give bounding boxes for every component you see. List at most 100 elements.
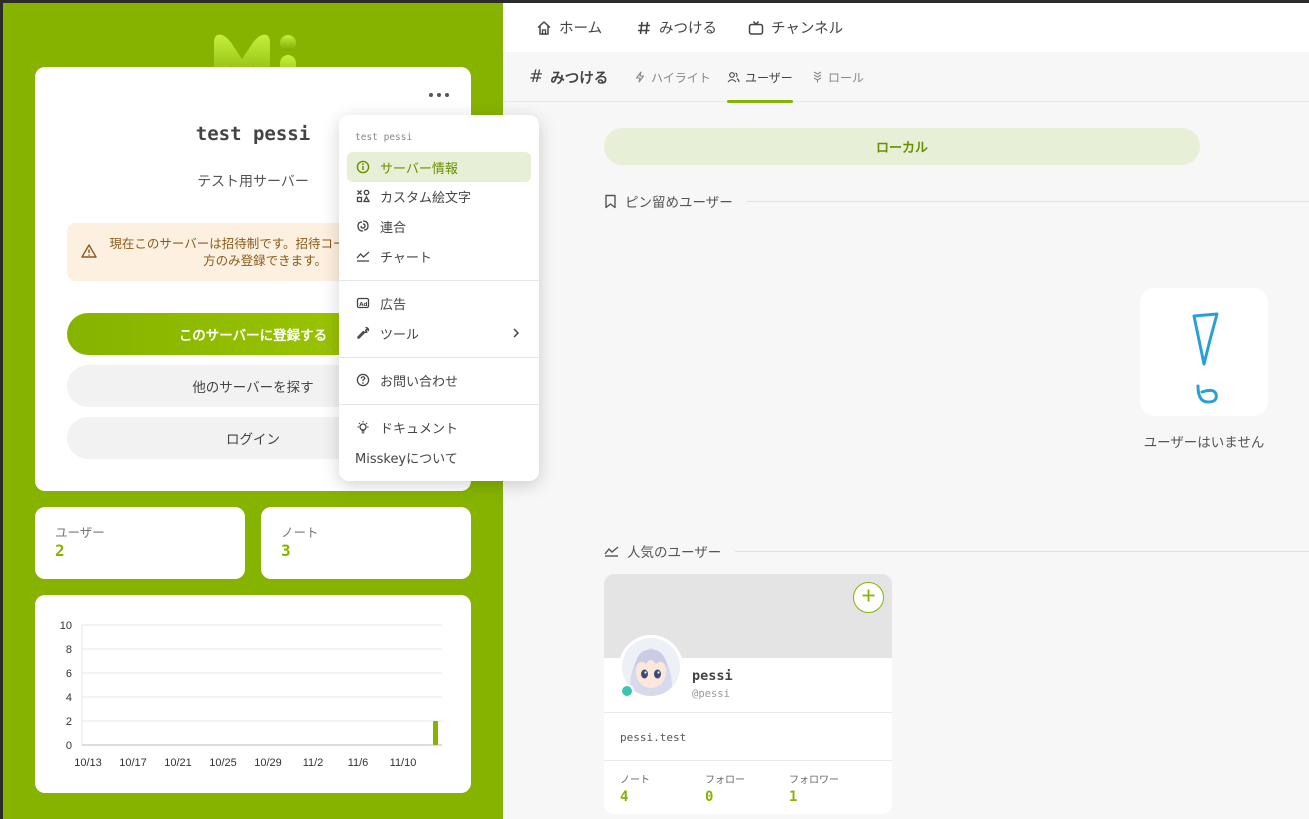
chart-x-tick-label: 10/13 — [74, 757, 102, 769]
menu-item-ads-label: 広告 — [380, 297, 407, 313]
chart-y-tick-label: 10 — [60, 620, 72, 632]
menu-item-tools[interactable]: ツール — [347, 318, 531, 348]
chart-bar — [433, 721, 438, 745]
menu-item-docs[interactable]: ドキュメント — [347, 412, 531, 442]
local-toggle-button[interactable]: ローカル — [604, 128, 1200, 165]
tab-users-label: ユーザー — [745, 70, 793, 85]
bookmark-icon — [604, 194, 617, 209]
pinned-users-heading-text: ピン留めユーザー — [625, 195, 733, 211]
menu-item-contact[interactable]: お問い合わせ — [347, 365, 531, 395]
tab-highlight-label: ハイライト — [651, 70, 711, 85]
warning-icon — [81, 243, 97, 262]
user-notes-value: 4 — [620, 789, 629, 805]
tool-icon — [355, 326, 371, 340]
chart-x-tick-label: 11/2 — [303, 757, 324, 769]
more-options-button[interactable] — [429, 89, 449, 101]
user-name[interactable]: pessi — [692, 668, 733, 684]
badge-icon — [812, 71, 823, 83]
user-following-stat: フォロー 0 — [705, 771, 745, 805]
plus-icon — [861, 588, 876, 607]
user-bio: pessi.test — [620, 731, 687, 744]
chart-x-tick-label: 10/17 — [119, 757, 147, 769]
user-card[interactable]: pessi @pessi pessi.test ノート 4 フォロー 0 フォロ… — [604, 574, 892, 814]
nav-home[interactable]: ホーム — [536, 3, 602, 52]
menu-item-tools-label: ツール — [380, 327, 420, 343]
tab-users[interactable]: ユーザー — [727, 52, 793, 103]
top-nav: ホーム みつける チャンネル — [503, 3, 1309, 52]
chart-y-tick-label: 0 — [66, 740, 72, 752]
menu-item-server-info-label: サーバー情報 — [380, 161, 458, 177]
chart-x-tick-label: 11/10 — [390, 757, 417, 769]
notes-stat-label: ノート — [281, 525, 319, 540]
tab-roles-label: ロール — [828, 70, 865, 85]
hashtag-icon: # — [529, 67, 544, 87]
menu-item-chart[interactable]: チャート — [347, 241, 531, 271]
menu-item-custom-emoji-label: カスタム絵文字 — [380, 190, 472, 206]
page-title: # みつける — [529, 52, 608, 102]
chart-x-tick-label: 10/29 — [254, 757, 282, 769]
hashtag-icon — [636, 20, 652, 36]
user-handle: @pessi — [692, 688, 730, 700]
notes-stat-card: ノート 3 — [261, 507, 471, 579]
nav-explore[interactable]: みつける — [636, 3, 717, 52]
users-stat-label: ユーザー — [55, 525, 105, 540]
bulb-icon — [355, 420, 371, 434]
nav-channels-label: チャンネル — [771, 21, 844, 37]
users-icon — [727, 71, 740, 83]
chart-x-tick-label: 11/6 — [348, 757, 369, 769]
activity-chart: 0 2 4 6 8 10 10/13 10/17 10/21 10/25 10/29 11/2 11/6… — [60, 620, 442, 769]
chevron-right-icon — [511, 327, 521, 339]
chart-icon — [355, 249, 371, 263]
chart-y-tick-label: 8 — [66, 644, 72, 656]
menu-item-federation[interactable]: 連合 — [347, 211, 531, 241]
menu-item-contact-label: お問い合わせ — [380, 374, 459, 390]
user-notes-label: ノート — [620, 775, 650, 786]
chart-y-tick-label: 4 — [66, 692, 72, 704]
popular-users-heading: 人気のユーザー — [604, 541, 1309, 561]
ad-icon: Ad — [355, 296, 371, 310]
users-stat-value: 2 — [55, 541, 65, 560]
tab-roles[interactable]: ロール — [812, 52, 864, 102]
user-following-value: 0 — [705, 789, 714, 805]
chart-x-tick-label: 10/21 — [164, 757, 192, 769]
notes-stat-value: 3 — [281, 541, 291, 560]
tv-icon — [748, 20, 764, 36]
menu-item-about-misskey[interactable]: Misskeyについて — [347, 442, 531, 472]
chart-line-icon — [604, 545, 619, 557]
user-following-label: フォロー — [705, 775, 745, 786]
menu-item-federation-label: 連合 — [380, 220, 407, 236]
chart-y-tick-label: 6 — [66, 668, 72, 680]
tab-highlight[interactable]: ハイライト — [634, 52, 711, 102]
no-users-text: ユーザーはいません — [1143, 435, 1265, 451]
empty-state-illustration — [1140, 288, 1268, 416]
chart-x-tick-label: 10/25 — [209, 757, 237, 769]
nav-channels[interactable]: チャンネル — [748, 3, 843, 52]
menu-item-custom-emoji[interactable]: カスタム絵文字 — [347, 181, 531, 211]
user-notes-stat: ノート 4 — [620, 771, 650, 805]
online-status-indicator — [620, 684, 634, 698]
user-followers-label: フォロワー — [789, 775, 839, 786]
menu-header: test pessi — [355, 132, 413, 143]
info-icon — [355, 160, 371, 174]
page-header: # みつける ハイライト ユーザー ロール — [503, 52, 1309, 103]
popular-users-heading-text: 人気のユーザー — [627, 545, 722, 561]
pinned-users-heading: ピン留めユーザー — [604, 191, 1309, 211]
menu-item-docs-label: ドキュメント — [380, 421, 459, 437]
nav-home-label: ホーム — [559, 21, 603, 37]
emoji-icon — [355, 189, 371, 203]
home-icon — [536, 20, 552, 36]
bolt-icon — [634, 71, 646, 83]
federation-icon — [355, 219, 371, 233]
chart-y-tick-label: 2 — [66, 716, 72, 728]
menu-item-server-info[interactable]: サーバー情報 — [347, 152, 531, 182]
server-dropdown-menu: test pessi サーバー情報 カスタム絵文字 連合 チャート Ad 広告 … — [339, 115, 539, 481]
svg-text:Ad: Ad — [359, 302, 367, 308]
main-area: ホーム みつける チャンネル # みつける ハイライト ユーザー ロール ローカ… — [503, 3, 1309, 819]
page-title-text: みつける — [550, 70, 609, 87]
follow-button[interactable] — [853, 582, 884, 613]
users-stat-card: ユーザー 2 — [35, 507, 245, 579]
nav-explore-label: みつける — [659, 21, 717, 37]
help-icon — [355, 373, 371, 387]
menu-item-chart-label: チャート — [380, 250, 432, 266]
menu-item-ads[interactable]: Ad 広告 — [347, 288, 531, 318]
